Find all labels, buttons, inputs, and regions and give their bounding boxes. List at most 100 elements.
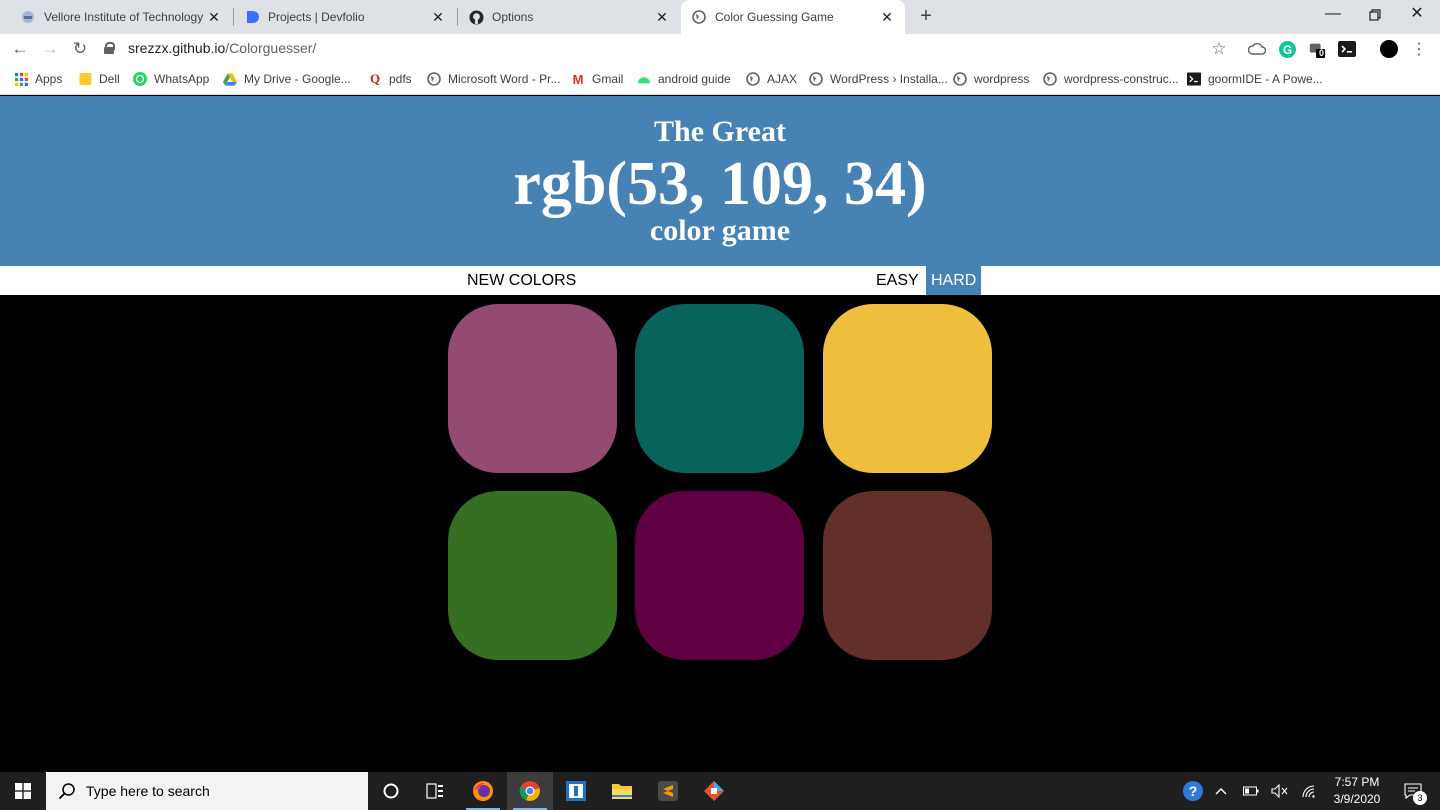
tab-title: Projects | Devfolio xyxy=(268,10,365,24)
firefox-icon[interactable] xyxy=(460,772,506,810)
bookmark-label: My Drive - Google... xyxy=(244,72,351,86)
bookmark-star-icon[interactable]: ☆ xyxy=(1210,39,1228,58)
bookmark-android-guide[interactable]: android guide xyxy=(637,70,731,88)
reload-icon[interactable]: ↻ xyxy=(69,38,91,60)
globe-icon xyxy=(953,72,967,86)
cloud-extension-icon[interactable] xyxy=(1248,40,1266,58)
windows-start-icon[interactable] xyxy=(0,772,46,810)
apps-grid-icon xyxy=(14,72,28,86)
color-square-6[interactable] xyxy=(823,491,992,660)
gmail-icon: M xyxy=(572,71,584,87)
minimize-button[interactable]: — xyxy=(1310,0,1356,30)
taskbar-clock[interactable]: 7:57 PM 3/9/2020 xyxy=(1326,774,1388,808)
bookmark-label: WordPress › Installa... xyxy=(830,72,948,86)
header-banner: The Great rgb(53, 109, 34) color game xyxy=(0,96,1440,266)
google-drive-icon xyxy=(223,72,237,86)
tab-options[interactable]: Options ✕ xyxy=(458,0,680,34)
new-colors-button[interactable]: NEW COLORS xyxy=(462,266,581,295)
bookmark-label: wordpress-construc... xyxy=(1064,72,1179,86)
color-square-1[interactable] xyxy=(448,304,617,473)
bookmark-dell[interactable]: Dell xyxy=(78,70,120,88)
bookmark-label: WhatsApp xyxy=(154,72,210,86)
address-host: srezzx.github.io xyxy=(128,40,226,56)
notification-center-icon[interactable]: 3 xyxy=(1398,772,1428,810)
task-view-icon[interactable] xyxy=(412,772,458,810)
color-square-3[interactable] xyxy=(823,304,992,473)
svg-text:?: ? xyxy=(1189,783,1198,799)
menu-kebab-icon[interactable]: ⋮ xyxy=(1410,40,1428,58)
close-tab-icon[interactable]: ✕ xyxy=(428,9,448,26)
wifi-icon[interactable] xyxy=(1298,772,1320,810)
cortana-icon[interactable] xyxy=(368,772,414,810)
bookmark-label: AJAX xyxy=(767,72,798,86)
search-icon xyxy=(58,782,76,800)
bookmark-label: pdfs xyxy=(389,72,412,86)
hard-mode-button[interactable]: HARD xyxy=(926,266,982,295)
bookmark-wordpress-construction[interactable]: wordpress-construc... xyxy=(1043,70,1179,88)
volume-muted-icon[interactable] xyxy=(1268,772,1292,810)
color-square-4[interactable] xyxy=(448,491,617,660)
back-arrow-icon[interactable]: ← xyxy=(9,38,31,60)
bookmark-label: wordpress xyxy=(974,72,1030,86)
snipping-app-icon[interactable] xyxy=(553,772,599,810)
restore-button[interactable] xyxy=(1352,0,1398,30)
android-icon xyxy=(637,72,651,86)
tab-vellore[interactable]: Vellore Institute of Technology (V ✕ xyxy=(10,0,232,34)
bookmark-label: Gmail xyxy=(592,72,624,86)
chrome-icon[interactable] xyxy=(507,772,553,810)
lock-icon xyxy=(104,42,115,54)
vit-logo-icon xyxy=(20,9,36,25)
extension-badge-icon[interactable]: 0 xyxy=(1308,40,1326,58)
taskbar-search-placeholder: Type here to search xyxy=(86,783,210,799)
bookmark-my-drive[interactable]: My Drive - Google... xyxy=(223,70,351,88)
close-tab-icon[interactable]: ✕ xyxy=(877,9,897,26)
bookmark-wordpress-install[interactable]: WordPress › Installa... xyxy=(809,70,948,88)
terminal-extension-icon[interactable] xyxy=(1338,40,1356,58)
bookmark-pdfs[interactable]: Q pdfs xyxy=(368,70,412,88)
easy-mode-button[interactable]: EASY xyxy=(871,266,924,295)
sublime-text-icon[interactable] xyxy=(645,772,691,810)
extension-badge-count: 0 xyxy=(1319,48,1325,58)
notification-count-badge: 3 xyxy=(1413,791,1427,805)
grammarly-icon[interactable]: G xyxy=(1278,40,1296,58)
close-tab-icon[interactable]: ✕ xyxy=(204,9,224,26)
bookmark-goormide[interactable]: goormIDE - A Powe... xyxy=(1187,70,1323,88)
bookmark-gmail[interactable]: M Gmail xyxy=(571,70,624,88)
taskbar-search-box[interactable]: Type here to search xyxy=(46,772,368,810)
bookmark-microsoft-word[interactable]: Microsoft Word - Pr... xyxy=(427,70,560,88)
address-bar[interactable]: srezzx.github.io/Colorguesser/ xyxy=(104,34,316,62)
tab-devfolio[interactable]: Projects | Devfolio ✕ xyxy=(234,0,456,34)
windows-taskbar: Type here to search ? 7:57 PM 3/9/2020 3 xyxy=(0,772,1440,810)
tab-title: Color Guessing Game xyxy=(715,10,834,24)
clock-date: 3/9/2020 xyxy=(1333,792,1381,806)
show-hidden-icons-chevron-icon[interactable] xyxy=(1210,772,1232,810)
devfolio-icon xyxy=(244,9,260,25)
bookmark-label: android guide xyxy=(658,72,731,86)
bookmark-whatsapp[interactable]: WhatsApp xyxy=(133,70,209,88)
color-square-2[interactable] xyxy=(635,304,804,473)
file-explorer-icon[interactable] xyxy=(599,772,645,810)
folder-icon xyxy=(78,72,92,86)
tab-strip: Vellore Institute of Technology (V ✕ Pro… xyxy=(0,0,1440,34)
close-window-button[interactable]: ✕ xyxy=(1394,0,1440,30)
browser-toolbar: ← → ↻ srezzx.github.io/Colorguesser/ ☆ G… xyxy=(0,34,1440,64)
git-gui-icon[interactable] xyxy=(691,772,737,810)
help-icon[interactable]: ? xyxy=(1180,772,1206,810)
quora-icon: Q xyxy=(369,71,381,86)
color-square-5[interactable] xyxy=(635,491,804,660)
close-tab-icon[interactable]: ✕ xyxy=(652,9,672,26)
game-page: The Great rgb(53, 109, 34) color game NE… xyxy=(0,96,1440,772)
new-tab-button[interactable]: + xyxy=(914,4,938,28)
globe-icon xyxy=(427,72,441,86)
bookmark-label: Microsoft Word - Pr... xyxy=(448,72,561,86)
tab-title: Options xyxy=(492,10,534,24)
profile-avatar[interactable] xyxy=(1380,40,1398,58)
target-color-display: rgb(53, 109, 34) xyxy=(513,150,927,218)
bookmark-apps[interactable]: Apps xyxy=(14,70,62,88)
globe-icon xyxy=(746,72,760,86)
forward-arrow-icon[interactable]: → xyxy=(39,38,61,60)
bookmark-wordpress[interactable]: wordpress xyxy=(953,70,1029,88)
tab-color-guessing-game[interactable]: Color Guessing Game ✕ xyxy=(681,0,905,34)
battery-icon[interactable] xyxy=(1240,772,1262,810)
bookmark-ajax[interactable]: AJAX xyxy=(746,70,797,88)
